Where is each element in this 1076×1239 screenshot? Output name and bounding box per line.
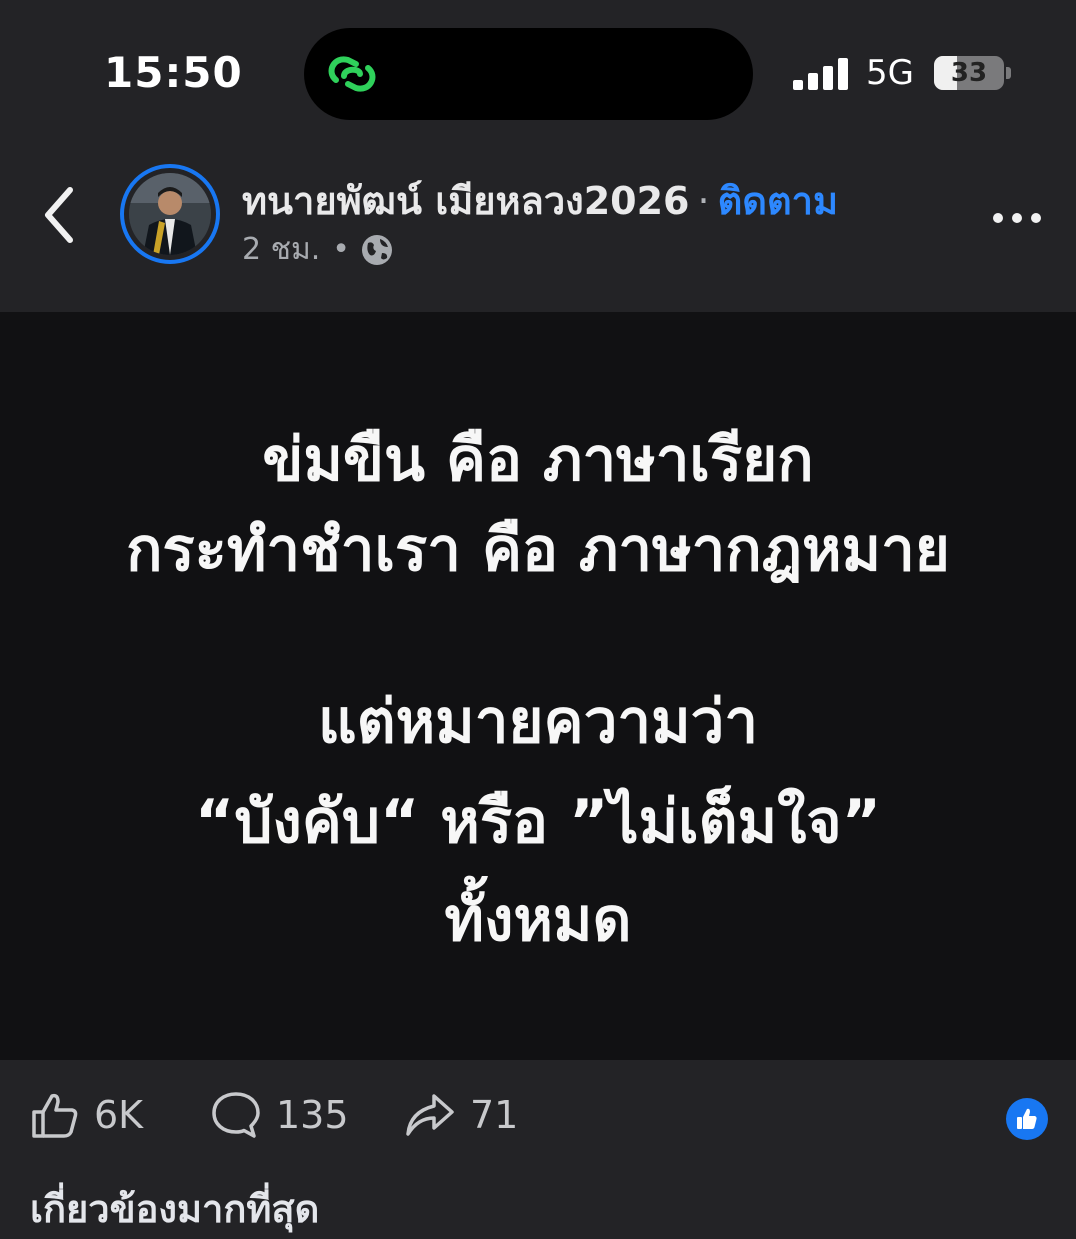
comment-sort-label[interactable]: เกี่ยวข้องมากที่สุด <box>30 1178 319 1239</box>
meta-separator: • <box>332 232 350 267</box>
link-loop-icon <box>328 56 376 92</box>
post-meta: 2 ชม. • <box>242 226 394 273</box>
share-count: 71 <box>470 1093 519 1137</box>
author-row: ทนายพัฒน์ เมียหลวง2026 · ติดตาม <box>242 170 838 231</box>
separator: · <box>697 179 710 223</box>
dynamic-island[interactable] <box>304 28 753 120</box>
comment-icon <box>212 1092 260 1138</box>
battery-icon: 33 <box>934 56 1011 90</box>
post-image[interactable]: ข่มขืน คือ ภาษาเรียก กระทำชำเรา คือ ภาษา… <box>0 312 1076 1060</box>
like-reaction-badge[interactable] <box>1006 1098 1048 1140</box>
action-bar: 6K 135 71 เกี่ยวข้องมากที่สุด <box>0 1060 1076 1231</box>
image-text-line: กระทำชำเรา คือ ภาษากฎหมาย <box>126 515 950 585</box>
comment-count: 135 <box>276 1093 349 1137</box>
globe-icon <box>362 234 392 265</box>
image-text-line: แต่หมายความว่า <box>317 687 759 757</box>
thumbs-up-icon <box>32 1093 78 1138</box>
status-time: 15:50 <box>104 48 243 97</box>
share-button[interactable]: 71 <box>404 1090 518 1140</box>
status-bar: 15:50 5G 33 <box>0 0 1076 140</box>
post-header: ทนายพัฒน์ เมียหลวง2026 · ติดตาม 2 ชม. • <box>0 140 1076 312</box>
back-chevron-icon[interactable] <box>38 182 84 248</box>
comment-button[interactable]: 135 <box>210 1090 349 1140</box>
image-text-line: ข่มขืน คือ ภาษาเรียก <box>262 425 814 495</box>
post-time[interactable]: 2 ชม. <box>242 226 320 273</box>
like-count: 6K <box>94 1093 144 1137</box>
author-name[interactable]: ทนายพัฒน์ เมียหลวง2026 <box>242 179 690 223</box>
signal-icon <box>793 58 848 90</box>
avatar-photo <box>129 173 211 255</box>
follow-button[interactable]: ติดตาม <box>718 179 838 223</box>
thumbs-up-icon <box>1017 1108 1037 1129</box>
like-button[interactable]: 6K <box>30 1090 143 1140</box>
avatar[interactable] <box>120 164 220 264</box>
image-text-line: ทั้งหมด <box>444 885 632 955</box>
image-text-line: “บังคับ“ หรือ ”ไม่เต็มใจ” <box>194 787 882 857</box>
battery-level: 33 <box>950 58 988 88</box>
network-type: 5G <box>866 53 914 93</box>
more-options-icon[interactable] <box>990 210 1044 226</box>
share-arrow-icon <box>406 1094 454 1136</box>
